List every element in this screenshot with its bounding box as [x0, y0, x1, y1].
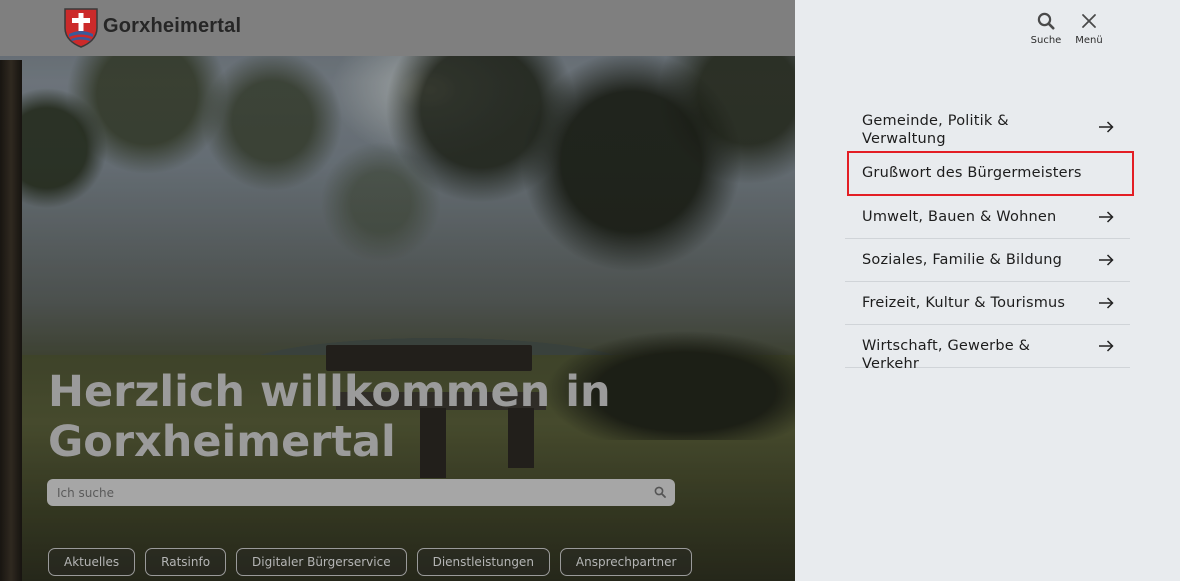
quick-link-ratsinfo[interactable]: Ratsinfo	[145, 548, 227, 576]
arrow-right-icon	[1099, 297, 1114, 309]
coat-of-arms-icon[interactable]	[62, 6, 100, 48]
nav-item-umwelt-bauen-wohnen[interactable]: Umwelt, Bauen & Wohnen	[845, 196, 1130, 239]
nav-item-label: Umwelt, Bauen & Wohnen	[862, 209, 1057, 225]
nav-item-label: Gemeinde, Politik & Verwaltung	[862, 113, 1009, 147]
search-icon	[1037, 12, 1055, 30]
search-button-label: Suche	[1030, 35, 1062, 46]
search-icon[interactable]	[654, 486, 666, 498]
nav-item-label: Soziales, Familie & Bildung	[862, 252, 1063, 268]
hero-search[interactable]	[47, 479, 675, 506]
nav-item-label: Wirtschaft, Gewerbe & Verkehr	[862, 338, 1031, 372]
close-button-label: Menü	[1075, 35, 1103, 46]
arrow-right-icon	[1099, 340, 1114, 352]
nav-item-grusswort-buergermeister[interactable]: Grußwort des Bürgermeisters	[847, 151, 1134, 196]
main-nav: Gemeinde, Politik & Verwaltung Grußwort …	[845, 105, 1134, 372]
nav-item-label: Grußwort des Bürgermeisters	[862, 165, 1082, 181]
site-header: Gorxheimertal	[0, 0, 795, 56]
search-button[interactable]: Suche	[1027, 12, 1065, 46]
close-icon	[1082, 14, 1096, 28]
quick-link-aktuelles[interactable]: Aktuelles	[48, 548, 136, 576]
nav-item-wirtschaft-gewerbe-verkehr[interactable]: Wirtschaft, Gewerbe & Verkehr	[845, 325, 1130, 372]
arrow-right-icon	[1099, 254, 1114, 266]
quick-links: Aktuelles Ratsinfo Digitaler Bürgerservi…	[48, 548, 693, 576]
hero-section: Herzlich willkommen in Gorxheimertal Akt…	[0, 0, 795, 581]
site-name[interactable]: Gorxheimertal	[103, 15, 241, 38]
nav-item-soziales-familie-bildung[interactable]: Soziales, Familie & Bildung	[845, 239, 1130, 282]
quick-link-ansprechpartner[interactable]: Ansprechpartner	[559, 548, 693, 576]
quick-link-digitaler-buergerservice[interactable]: Digitaler Bürgerservice	[236, 548, 407, 576]
hero-title: Herzlich willkommen in Gorxheimertal	[48, 367, 611, 467]
arrow-right-icon	[1099, 121, 1114, 133]
menu-panel: Suche Menü Gemeinde, Politik & Verwaltun…	[795, 0, 1180, 581]
arrow-right-icon	[1099, 211, 1114, 223]
quick-link-dienstleistungen[interactable]: Dienstleistungen	[416, 548, 550, 576]
nav-item-gemeinde-politik-verwaltung[interactable]: Gemeinde, Politik & Verwaltung	[845, 105, 1130, 149]
close-menu-button[interactable]: Menü	[1070, 12, 1108, 46]
search-input[interactable]	[47, 479, 647, 506]
nav-item-label: Freizeit, Kultur & Tourismus	[862, 295, 1066, 311]
nav-item-freizeit-kultur-tourismus[interactable]: Freizeit, Kultur & Tourismus	[845, 282, 1130, 325]
